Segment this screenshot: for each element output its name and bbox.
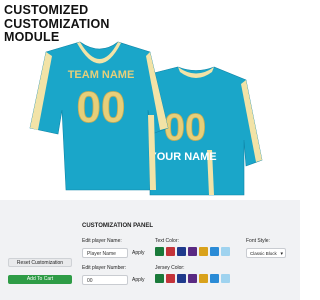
text-color-swatches [155,247,230,256]
apply-number-button[interactable]: Apply [132,277,145,283]
jersey-color-swatch[interactable] [166,274,175,283]
back-number: 00 [164,107,206,149]
jersey-color-swatch[interactable] [177,274,186,283]
player-number-label: Edit player Number: [82,265,127,271]
chevron-down-icon: ▾ [280,251,283,257]
front-team-name: TEAM NAME [68,69,135,81]
text-color-swatch[interactable] [188,247,197,256]
text-color-swatch[interactable] [166,247,175,256]
panel-title: CUSTOMIZATION PANEL [82,223,153,229]
text-color-swatch[interactable] [155,247,164,256]
text-color-swatch[interactable] [221,247,230,256]
jersey-color-swatch[interactable] [155,274,164,283]
jersey-front: TEAM NAME 00 [29,41,169,191]
front-number: 00 [77,83,126,132]
jersey-color-swatch[interactable] [221,274,230,283]
font-style-label: Font Style: [246,238,270,244]
apply-name-button[interactable]: Apply [132,250,145,256]
text-color-swatch[interactable] [177,247,186,256]
jersey-back: 00 YOUR NAME [149,66,263,196]
text-color-swatch[interactable] [199,247,208,256]
jersey-preview: 00 YOUR NAME TEAM NAME 00 [29,41,263,196]
font-style-select[interactable]: Classic Block ▾ [246,248,286,258]
jersey-color-label: Jersey Color: [155,265,185,271]
font-style-value: Classic Block [250,251,277,256]
jersey-color-swatch[interactable] [199,274,208,283]
back-player-name: YOUR NAME [149,151,216,163]
jersey-color-swatch[interactable] [188,274,197,283]
player-name-input[interactable]: Player Name [82,248,128,258]
text-color-label: Text Color: [155,238,179,244]
player-number-input[interactable]: 00 [82,275,128,285]
customization-panel: CUSTOMIZATION PANEL Reset Customization … [0,200,300,300]
jersey-color-swatch[interactable] [210,274,219,283]
text-color-swatch[interactable] [210,247,219,256]
add-to-cart-button[interactable]: Add To Cart [8,275,72,284]
jersey-color-swatches [155,274,230,283]
product-hero: CUSTOMIZED CUSTOMIZATION MODULE 00 YOUR … [0,0,300,200]
reset-customization-button[interactable]: Reset Customization [8,258,72,267]
player-name-label: Edit player Name: [82,238,122,244]
